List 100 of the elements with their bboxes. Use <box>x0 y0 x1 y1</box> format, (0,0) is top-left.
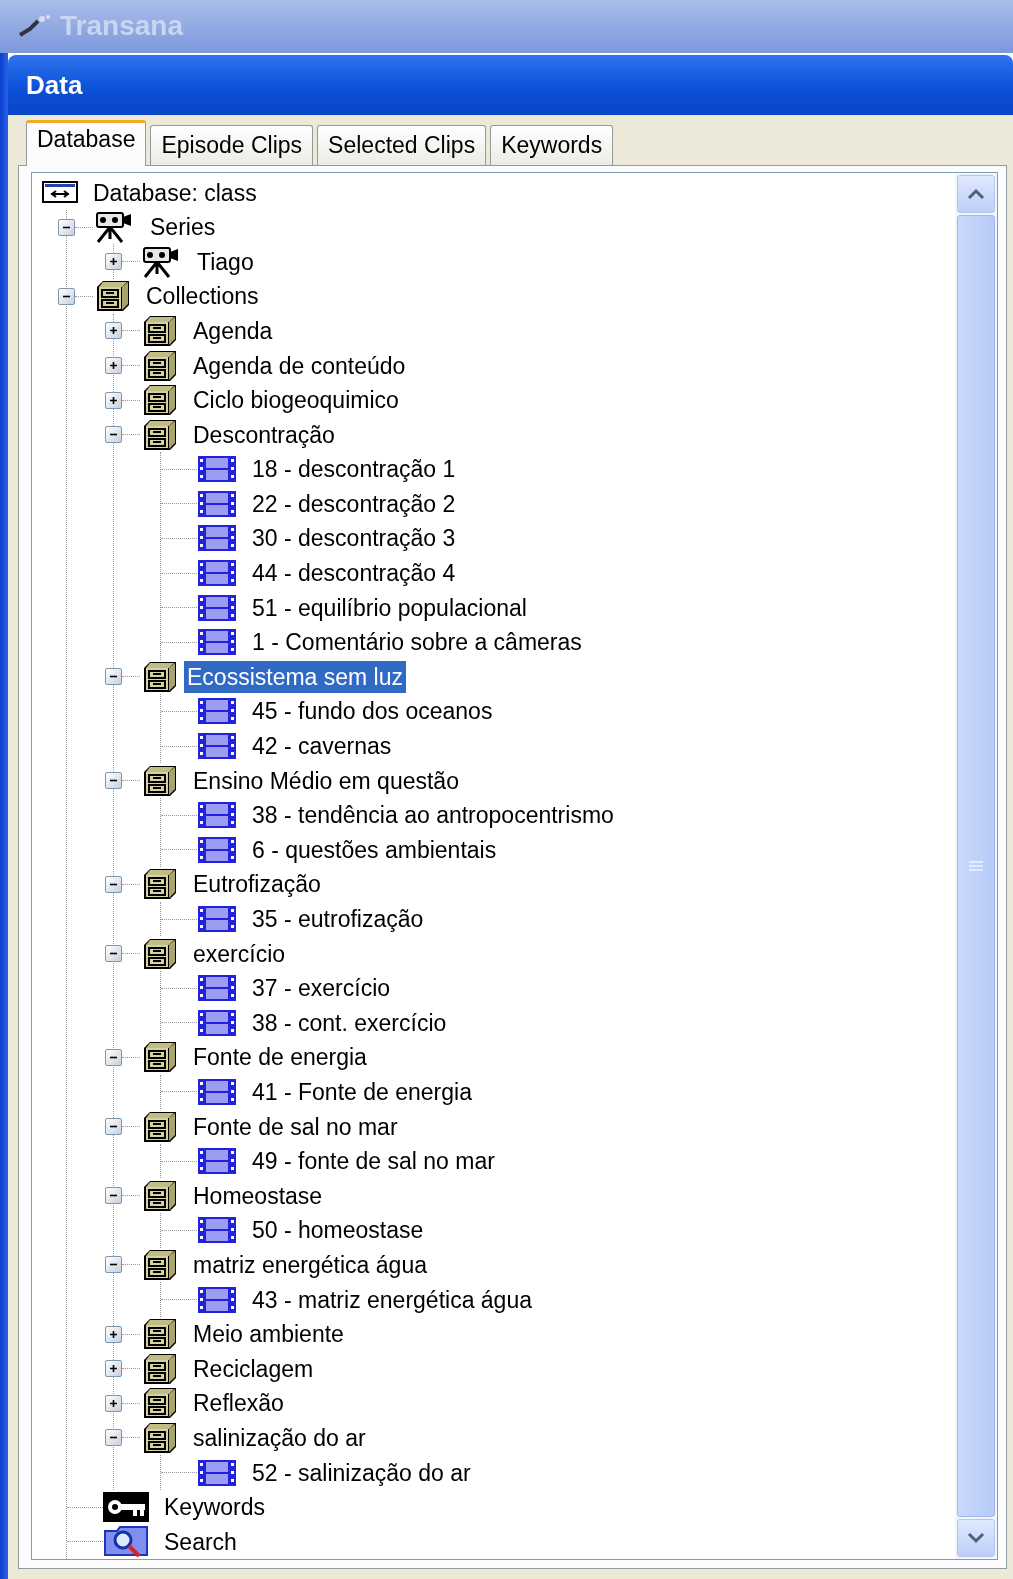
database-icon <box>42 180 78 205</box>
window-title: Data <box>26 68 83 102</box>
tree-item[interactable]: 38 - cont. exercício <box>249 1006 450 1039</box>
film-strip-icon <box>197 1078 237 1106</box>
tree-item[interactable]: Homeostase <box>190 1179 326 1212</box>
film-strip-icon <box>197 835 237 864</box>
tree-item[interactable]: Keywords <box>161 1491 268 1524</box>
tree-item[interactable]: 43 - matriz energética água <box>249 1283 535 1316</box>
tree-item[interactable]: Agenda <box>190 314 276 347</box>
tree-item[interactable]: Ciclo biogeoquimico <box>190 384 402 417</box>
tree-item[interactable]: Reciclagem <box>190 1352 317 1385</box>
tree-item[interactable]: 30 - descontração 3 <box>249 522 459 555</box>
tree-item[interactable]: 49 - fonte de sal no mar <box>249 1145 498 1178</box>
film-strip-icon <box>197 905 237 933</box>
expand-toggle[interactable] <box>105 1394 122 1412</box>
expand-toggle[interactable] <box>105 322 122 340</box>
film-strip-icon <box>197 593 237 622</box>
tree-item[interactable]: Search <box>161 1525 240 1558</box>
film-strip-icon <box>197 732 237 761</box>
scroll-up-button[interactable] <box>957 175 995 214</box>
collapse-toggle[interactable] <box>105 1256 122 1274</box>
tree-item[interactable]: Fonte de energia <box>190 1041 370 1074</box>
tree-item[interactable]: Database: class <box>90 176 260 209</box>
tab[interactable]: Keywords <box>490 125 614 166</box>
film-strip-icon <box>197 974 237 1003</box>
collapse-toggle[interactable] <box>105 426 122 444</box>
tree-item[interactable]: 1 - Comentário sobre a câmeras <box>249 626 585 659</box>
tree-item[interactable]: 45 - fundo dos oceanos <box>249 695 496 728</box>
collapse-toggle[interactable] <box>105 1118 122 1136</box>
scrollbar[interactable] <box>955 173 997 1559</box>
tab[interactable]: Database <box>26 120 147 167</box>
tree-item[interactable]: Tiago <box>194 245 257 278</box>
plus-icon <box>108 256 119 268</box>
collapse-toggle[interactable] <box>58 287 75 305</box>
tree-item[interactable]: Collections <box>143 280 262 313</box>
plus-icon <box>108 325 119 337</box>
tree-item[interactable]: 41 - Fonte de energia <box>249 1076 475 1108</box>
film-strip-icon <box>197 559 237 588</box>
film-strip-icon <box>197 1008 237 1037</box>
grip-icon <box>968 861 984 872</box>
expand-toggle[interactable] <box>105 357 122 374</box>
collapse-toggle[interactable] <box>105 875 122 893</box>
key-icon <box>103 1492 149 1523</box>
tab[interactable]: Selected Clips <box>317 125 487 166</box>
collapse-toggle[interactable] <box>105 945 122 963</box>
film-strip-icon <box>197 697 237 726</box>
film-strip-icon <box>197 1216 237 1245</box>
tree-item[interactable]: 37 - exercício <box>249 972 394 1005</box>
film-strip-icon <box>197 1147 237 1176</box>
tree-item[interactable]: Ensino Médio em questão <box>190 764 462 797</box>
scroll-down-button[interactable] <box>957 1519 995 1557</box>
tree-item[interactable]: 51 - equilíbrio populacional <box>249 591 530 624</box>
tree-item[interactable]: Reflexão <box>190 1387 287 1420</box>
tree-item[interactable]: exercício <box>190 937 289 970</box>
tree-item[interactable]: Series <box>147 211 219 244</box>
tree-item[interactable]: 35 - eutrofização <box>249 903 427 935</box>
film-strip-icon <box>197 524 237 553</box>
expand-toggle[interactable] <box>105 1325 122 1343</box>
tree-item[interactable]: 50 - homeostase <box>249 1214 427 1247</box>
scroll-thumb[interactable] <box>957 215 995 1517</box>
tree-item[interactable]: 6 - questões ambientais <box>249 833 500 866</box>
film-strip-icon <box>197 455 237 484</box>
tree-item[interactable]: Meio ambiente <box>190 1318 347 1351</box>
app-title: Transana <box>60 9 183 44</box>
tree-item[interactable]: Ecossistema sem luz <box>184 660 406 693</box>
tree-item[interactable]: matriz energética água <box>190 1248 430 1281</box>
film-strip-icon <box>197 489 237 518</box>
tree-item[interactable]: 18 - descontração 1 <box>249 453 459 486</box>
collapse-toggle[interactable] <box>105 668 122 686</box>
collapse-toggle[interactable] <box>105 1048 122 1066</box>
collapse-toggle[interactable] <box>105 1187 122 1205</box>
tree-item[interactable]: Eutrofização <box>190 868 324 901</box>
tree-item[interactable]: Descontração <box>190 418 338 451</box>
collapse-toggle[interactable] <box>58 218 75 236</box>
tree-item[interactable]: 22 - descontração 2 <box>249 487 459 520</box>
expand-toggle[interactable] <box>105 391 122 409</box>
collapse-toggle[interactable] <box>105 772 122 790</box>
search-icon <box>103 1524 149 1559</box>
tree-item[interactable]: Agenda de conteúdo <box>190 349 409 382</box>
film-strip-icon <box>197 1285 237 1314</box>
film-strip-icon <box>197 628 237 657</box>
tree-item[interactable]: Fonte de sal no mar <box>190 1110 401 1143</box>
chevron-down-icon <box>967 1532 985 1544</box>
chevron-up-icon <box>967 188 985 201</box>
plus-icon <box>108 394 119 406</box>
film-strip-icon <box>197 801 237 830</box>
tree-item[interactable]: 42 - cavernas <box>249 730 395 763</box>
plus-icon <box>108 1363 119 1375</box>
expand-toggle[interactable] <box>105 1360 122 1378</box>
tree-item[interactable]: 38 - tendência ao antropocentrismo <box>249 799 617 832</box>
expand-toggle[interactable] <box>105 253 122 271</box>
plus-icon <box>108 360 119 371</box>
film-strip-icon <box>197 1458 237 1487</box>
tree-item[interactable]: 44 - descontração 4 <box>249 557 459 590</box>
plus-icon <box>108 1328 119 1340</box>
tree-item[interactable]: 52 - salinização do ar <box>249 1456 474 1489</box>
tab[interactable]: Episode Clips <box>150 125 314 166</box>
plus-icon <box>108 1397 119 1409</box>
tree-item[interactable]: salinização do ar <box>190 1421 369 1454</box>
collapse-toggle[interactable] <box>105 1429 122 1447</box>
